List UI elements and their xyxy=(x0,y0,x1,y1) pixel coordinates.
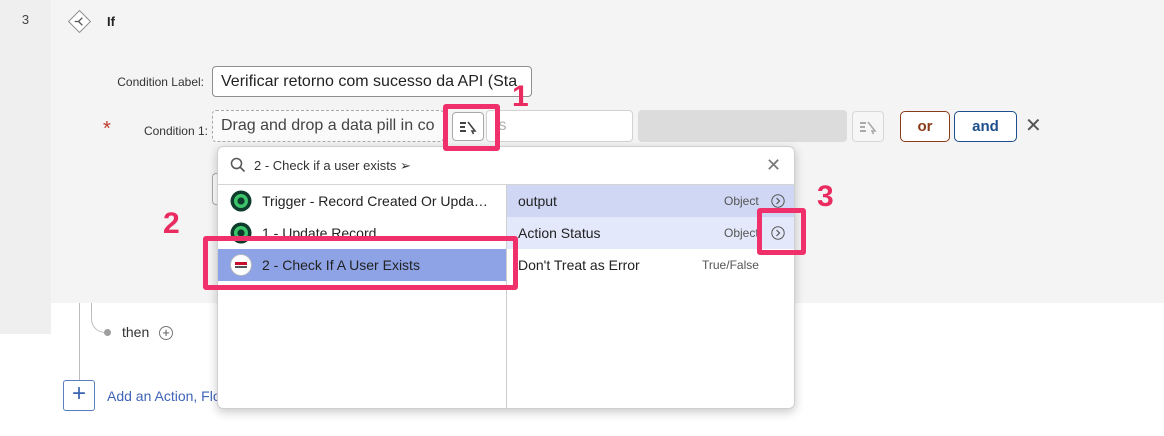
callout-box-1 xyxy=(443,104,500,151)
source-item-trigger[interactable]: Trigger - Record Created Or Upda… xyxy=(218,185,506,217)
callout-number-1: 1 xyxy=(512,80,529,113)
chevron-right-circle-icon[interactable] xyxy=(771,194,785,208)
flow-designer-canvas: 3 If Condition Label: Verificar retorno … xyxy=(0,0,1164,436)
pill-search-bar[interactable]: 2 - Check if a user exists ➢ ✕ xyxy=(218,147,794,185)
source-item-label: Trigger - Record Created Or Upda… xyxy=(262,193,488,209)
flow-connector-line xyxy=(79,303,80,381)
and-button[interactable]: and xyxy=(954,111,1017,142)
then-label: then xyxy=(122,324,150,340)
callout-number-2: 2 xyxy=(163,207,180,240)
step-number: 3 xyxy=(21,12,30,27)
condition-label-caption: Condition Label: xyxy=(117,75,204,89)
pill-row-output[interactable]: output Object xyxy=(507,185,794,217)
add-action-button[interactable]: + xyxy=(63,380,95,411)
data-pill-drop-zone[interactable]: Drag and drop a data pill in co xyxy=(212,110,444,142)
step-title: If xyxy=(107,14,115,29)
pill-type: Object xyxy=(724,226,759,240)
pill-type: True/False xyxy=(702,258,759,272)
pill-search-input[interactable]: 2 - Check if a user exists ➢ xyxy=(254,158,411,174)
callout-number-3: 3 xyxy=(817,180,834,213)
add-action-link[interactable]: Add an Action, Flo xyxy=(107,388,221,404)
pill-row-action-status[interactable]: Action Status Object xyxy=(507,217,794,249)
condition-value-field[interactable] xyxy=(638,110,847,142)
required-indicator: * xyxy=(103,118,111,140)
data-pill-picker-icon xyxy=(860,121,877,134)
then-node-dot xyxy=(104,329,111,336)
flow-branch-connector xyxy=(91,303,107,333)
close-icon[interactable]: ✕ xyxy=(766,155,781,175)
callout-box-3 xyxy=(757,208,806,255)
condition-1-caption: Condition 1: xyxy=(143,124,208,138)
operator-field[interactable]: is xyxy=(486,110,633,142)
pill-name: Don't Treat as Error xyxy=(518,257,640,273)
pill-name: Action Status xyxy=(518,225,601,241)
search-icon xyxy=(230,157,246,173)
if-branch-icon xyxy=(67,9,92,34)
or-button[interactable]: or xyxy=(900,111,950,142)
pill-type: Object xyxy=(724,194,759,208)
pill-name: output xyxy=(518,193,557,209)
value-pill-picker-button[interactable] xyxy=(852,111,884,142)
add-then-step-icon[interactable]: + xyxy=(159,326,173,340)
trigger-icon xyxy=(230,190,252,212)
condition-label-input[interactable]: Verificar retorno com sucesso da API (St… xyxy=(212,66,532,97)
callout-box-2 xyxy=(203,236,518,290)
step-gutter: 3 xyxy=(0,0,51,334)
close-icon[interactable]: ✕ xyxy=(1025,115,1042,137)
pill-row-dont-treat-as-error[interactable]: Don't Treat as Error True/False xyxy=(507,249,794,281)
